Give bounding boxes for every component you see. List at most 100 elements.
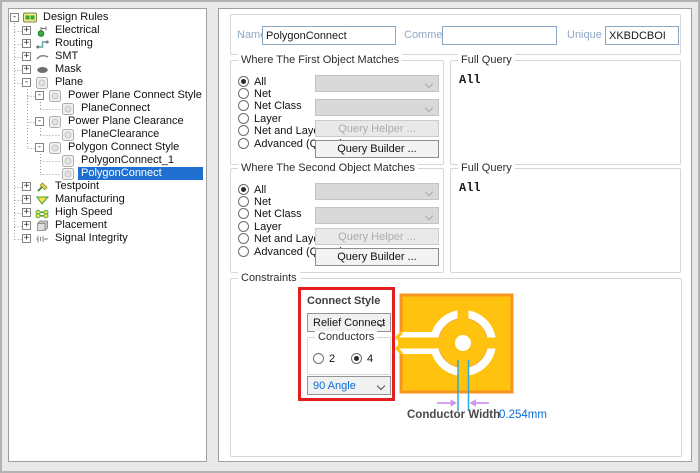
tree-item-planeclearance[interactable]: PlaneClearance	[9, 128, 206, 141]
group-title: Where The Second Object Matches	[238, 162, 418, 175]
expander-placeholder	[48, 169, 57, 178]
radio-option-net-class[interactable]: Net Class	[238, 99, 302, 112]
radio-icon[interactable]	[238, 138, 249, 149]
expand-icon[interactable]: +	[22, 182, 31, 191]
tree-item-plane[interactable]: - Plane	[9, 76, 206, 89]
expand-icon[interactable]: +	[22, 39, 31, 48]
tree-item-planeconnect[interactable]: PlaneConnect	[9, 102, 206, 115]
expand-icon[interactable]: +	[22, 52, 31, 61]
radio-label: 2	[329, 353, 335, 365]
unique-id-input[interactable]	[605, 26, 679, 45]
full-query-text: All	[459, 181, 481, 195]
radio-icon[interactable]	[238, 196, 249, 207]
collapse-icon[interactable]: -	[10, 13, 19, 22]
query-builder-button[interactable]: Query Builder ...	[315, 140, 439, 158]
rule-icon	[61, 103, 75, 115]
tree-item-high-speed[interactable]: + High Speed	[9, 206, 206, 219]
full-query-group-1: Full Query All	[450, 60, 681, 165]
collapse-icon[interactable]: -	[35, 117, 44, 126]
tree-item-label: Plane	[52, 76, 86, 89]
expand-icon[interactable]: +	[22, 65, 31, 74]
tree-item-design-rules[interactable]: - Design Rules	[9, 11, 206, 24]
tree-item-smt[interactable]: + SMT	[9, 50, 206, 63]
spoke-bottom	[458, 364, 469, 378]
radio-option-net-and-layer[interactable]: Net and Layer	[238, 232, 323, 245]
rules-tree-panel: - Design Rules + Electrical + Routing + …	[8, 8, 207, 462]
tree-item-label: PlaneClearance	[78, 128, 162, 141]
query-builder-button[interactable]: Query Builder ...	[315, 248, 439, 266]
radio-icon[interactable]	[313, 353, 324, 364]
tree-item-label: SMT	[52, 50, 81, 63]
rule-category-icon	[35, 77, 49, 89]
expand-icon[interactable]: +	[22, 234, 31, 243]
tree-item-placement[interactable]: + Placement	[9, 219, 206, 232]
connect-style-dropdown[interactable]: Relief Connect	[307, 313, 391, 332]
angle-dropdown[interactable]: 90 Angle	[307, 376, 391, 395]
tree-item-label: Design Rules	[40, 11, 111, 24]
collapse-icon[interactable]: -	[35, 91, 44, 100]
high-speed-icon	[35, 207, 49, 219]
rule-category-icon	[48, 116, 62, 128]
tree-item-power-plane-connect-style[interactable]: - Power Plane Connect Style	[9, 89, 206, 102]
group-title: Where The First Object Matches	[238, 54, 402, 67]
tree-item-label: Manufacturing	[52, 193, 128, 206]
rule-editor-panel: Name Comment Unique ID Where The First O…	[218, 8, 692, 462]
radio-icon[interactable]	[238, 76, 249, 87]
collapse-icon[interactable]: -	[22, 78, 31, 87]
radio-icon[interactable]	[238, 125, 249, 136]
group-title: Full Query	[458, 162, 515, 175]
net-dropdown	[315, 183, 439, 200]
tree-item-electrical[interactable]: + Electrical	[9, 24, 206, 37]
group-title: Constraints	[238, 272, 300, 285]
radio-icon[interactable]	[238, 100, 249, 111]
radio-option-4-conductors[interactable]: 4	[351, 352, 373, 365]
radio-icon[interactable]	[238, 233, 249, 244]
tree-item-polygon-connect-style[interactable]: - Polygon Connect Style	[9, 141, 206, 154]
tree-item-polygonconnect-selected[interactable]: PolygonConnect	[9, 167, 206, 180]
tree-item-signal-integrity[interactable]: + Signal Integrity	[9, 232, 206, 245]
radio-option-net-and-layer[interactable]: Net and Layer	[238, 124, 323, 137]
tree-item-routing[interactable]: + Routing	[9, 37, 206, 50]
expand-icon[interactable]: +	[22, 26, 31, 35]
expand-icon[interactable]: +	[22, 208, 31, 217]
tree-item-polygonconnect-1[interactable]: PolygonConnect_1	[9, 154, 206, 167]
dropdown-value: Relief Connect	[313, 317, 385, 329]
tree-item-power-plane-clearance[interactable]: - Power Plane Clearance	[9, 115, 206, 128]
comment-input[interactable]	[442, 26, 557, 45]
radio-label: Net and Layer	[254, 125, 323, 137]
radio-label: All	[254, 76, 266, 88]
radio-icon[interactable]	[238, 88, 249, 99]
radio-icon[interactable]	[238, 113, 249, 124]
smt-icon	[35, 51, 49, 63]
radio-label: All	[254, 184, 266, 196]
conductors-group: Conductors 2 4	[307, 337, 391, 375]
radio-icon[interactable]	[238, 221, 249, 232]
tree-item-manufacturing[interactable]: + Manufacturing	[9, 193, 206, 206]
tree-item-label: High Speed	[52, 206, 116, 219]
entry-trace	[398, 338, 463, 349]
radio-icon[interactable]	[238, 246, 249, 257]
conductor-width-label: Conductor Width	[407, 409, 500, 421]
full-query-group-2: Full Query All	[450, 168, 681, 273]
expand-icon[interactable]: +	[22, 195, 31, 204]
radio-option-2-conductors[interactable]: 2	[313, 352, 335, 365]
expander-placeholder	[48, 156, 57, 165]
net-class-dropdown	[315, 207, 439, 224]
expand-icon[interactable]: +	[22, 221, 31, 230]
radio-icon[interactable]	[238, 208, 249, 219]
radio-option-net-class[interactable]: Net Class	[238, 207, 302, 220]
chevron-down-icon	[425, 188, 433, 196]
radio-icon[interactable]	[238, 184, 249, 195]
tree-item-label: Placement	[52, 219, 110, 232]
conductor-width-value[interactable]: 0.254mm	[499, 409, 547, 421]
query-helper-button: Query Helper ...	[315, 228, 439, 245]
radio-icon[interactable]	[351, 353, 362, 364]
tree-item-mask[interactable]: + Mask	[9, 63, 206, 76]
name-input[interactable]	[262, 26, 396, 45]
tree-item-testpoint[interactable]: + Testpoint	[9, 180, 206, 193]
collapse-icon[interactable]: -	[35, 143, 44, 152]
electrical-icon	[35, 25, 49, 37]
tree-item-label: Power Plane Clearance	[65, 115, 187, 128]
arrow-left-icon	[470, 399, 477, 407]
spoke-right	[484, 338, 498, 349]
